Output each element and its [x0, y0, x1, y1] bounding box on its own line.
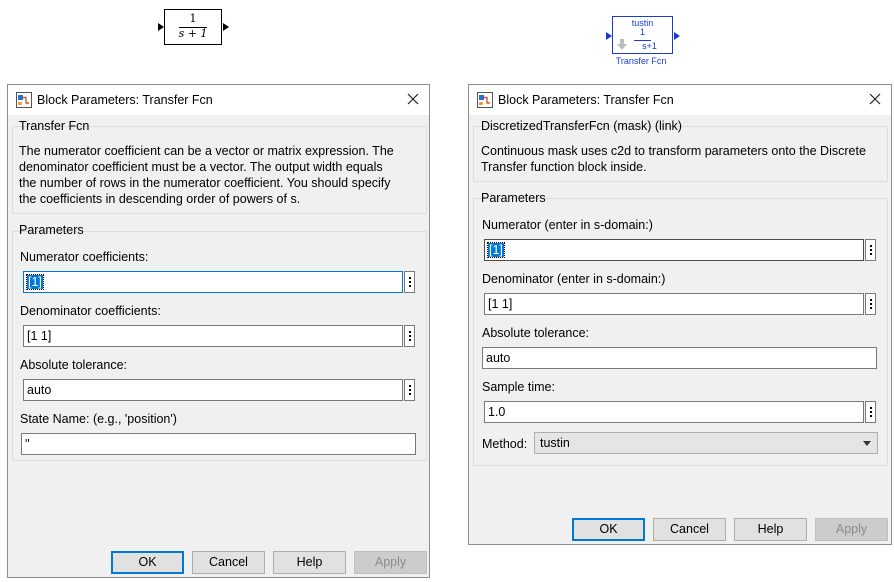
selected-text: [1] [487, 242, 505, 258]
title-bar[interactable]: Block Parameters: Transfer Fcn [469, 85, 891, 115]
state-name-input[interactable]: '' [21, 433, 416, 455]
block-numerator: 1 [189, 12, 197, 25]
output-port-icon [223, 23, 229, 31]
apply-button[interactable]: Apply [354, 551, 427, 574]
block-type-title: DiscretizedTransferFcn (mask) (link) [481, 119, 682, 133]
block-parameters-dialog-left: Block Parameters: Transfer Fcn Transfer … [7, 84, 430, 578]
block-caption[interactable]: Transfer Fcn [600, 56, 682, 66]
abstol-options-icon[interactable] [404, 379, 415, 401]
method-label: Method: [482, 437, 528, 451]
abstol-input[interactable]: auto [23, 379, 403, 401]
input-port-icon [606, 32, 612, 40]
method-selected-value: tustin [540, 436, 570, 450]
ok-button[interactable]: OK [572, 518, 645, 541]
cancel-button[interactable]: Cancel [192, 551, 265, 574]
block-denominator: s + 1 [178, 27, 208, 40]
title-bar[interactable]: Block Parameters: Transfer Fcn [8, 85, 429, 115]
chevron-down-icon [863, 441, 871, 446]
method-select[interactable]: tustin [534, 432, 878, 454]
close-icon[interactable] [867, 91, 883, 107]
block-numerator: 1 [639, 27, 645, 37]
description-line: the number of rows in the numerator coef… [19, 176, 391, 190]
numerator-options-icon[interactable] [404, 271, 415, 293]
parameters-title: Parameters [19, 223, 84, 237]
description-line: denominator coefficient must be a vector… [19, 160, 383, 174]
block-parameters-dialog-right: Block Parameters: Transfer Fcn Discretiz… [468, 84, 892, 545]
denominator-input[interactable]: [1 1] [23, 325, 403, 347]
abstol-label: Absolute tolerance: [482, 326, 590, 340]
sample-time-input[interactable]: 1.0 [484, 401, 864, 423]
simulink-app-icon [477, 92, 493, 108]
denominator-input[interactable]: [1 1] [484, 293, 864, 315]
denominator-label: Denominator coefficients: [20, 304, 161, 318]
down-arrow-icon [617, 39, 627, 50]
apply-button[interactable]: Apply [815, 518, 888, 541]
denominator-options-icon[interactable] [865, 293, 876, 315]
output-port-icon [674, 32, 680, 40]
selected-text: [1] [26, 274, 44, 290]
numerator-options-icon[interactable] [865, 239, 876, 261]
transfer-fcn-block[interactable]: 1 s + 1 [158, 9, 229, 45]
numerator-input[interactable]: [1] [23, 271, 403, 293]
dialog-title: Block Parameters: Transfer Fcn [37, 93, 213, 107]
dialog-title: Block Parameters: Transfer Fcn [498, 93, 674, 107]
help-button[interactable]: Help [734, 518, 807, 541]
ok-button[interactable]: OK [111, 551, 184, 574]
description-line: Transfer function block inside. [481, 160, 647, 174]
simulink-app-icon [16, 92, 32, 108]
numerator-input[interactable]: [1] [484, 239, 864, 261]
description-line: the coefficients in descending order of … [19, 192, 301, 206]
help-button[interactable]: Help [273, 551, 346, 574]
block-type-title: Transfer Fcn [19, 119, 90, 133]
close-icon[interactable] [405, 91, 421, 107]
input-port-icon [158, 23, 164, 31]
discretized-transfer-fcn-block[interactable]: tustin 1 s+1 [606, 16, 680, 54]
sample-time-label: Sample time: [482, 380, 555, 394]
numerator-label: Numerator (enter in s-domain:) [482, 218, 653, 232]
block-denominator: s+1 [642, 41, 657, 51]
numerator-label: Numerator coefficients: [20, 250, 149, 264]
parameters-title: Parameters [481, 191, 546, 205]
denominator-label: Denominator (enter in s-domain:) [482, 272, 666, 286]
denominator-options-icon[interactable] [404, 325, 415, 347]
abstol-input[interactable]: auto [482, 347, 877, 369]
cancel-button[interactable]: Cancel [653, 518, 726, 541]
description-line: The numerator coefficient can be a vecto… [19, 144, 394, 158]
abstol-label: Absolute tolerance: [20, 358, 128, 372]
description-line: Continuous mask uses c2d to transform pa… [481, 144, 866, 158]
state-name-label: State Name: (e.g., 'position') [20, 412, 177, 426]
sample-time-options-icon[interactable] [865, 401, 876, 423]
